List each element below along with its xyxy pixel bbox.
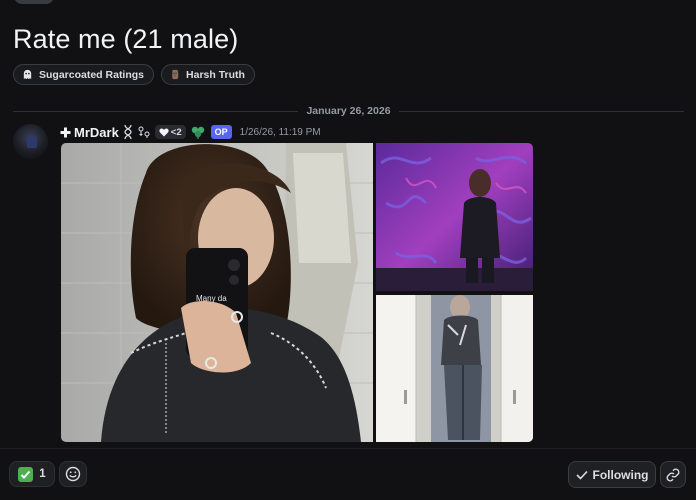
smiley-add-icon	[65, 466, 81, 482]
selfie-mirror-photo[interactable]: Many da	[61, 143, 373, 442]
check-icon	[575, 470, 588, 480]
message-timestamp[interactable]: 1/26/26, 11:19 PM	[240, 127, 321, 138]
clover-icon	[190, 125, 206, 139]
image-gallery: Many da	[61, 142, 533, 442]
following-label: Following	[592, 467, 649, 482]
divider-date: January 26, 2026	[306, 105, 391, 117]
link-icon	[666, 468, 680, 481]
avatar[interactable]	[13, 124, 48, 159]
graffiti-wall-photo[interactable]	[376, 143, 533, 291]
author-name[interactable]: MrDark	[60, 125, 119, 140]
reaction-count: 1	[39, 468, 46, 480]
post-title: Rate me (21 male)	[13, 24, 239, 54]
date-divider: January 26, 2026	[13, 105, 684, 117]
closet-mirror-photo[interactable]	[376, 295, 533, 442]
message-actions-bar: 1 Following	[0, 448, 696, 500]
cross-icon	[60, 127, 71, 138]
post-tags: Sugarcoated Ratings Harsh Truth	[13, 64, 255, 85]
moai-icon	[170, 69, 180, 80]
following-button[interactable]: Following	[568, 461, 656, 488]
add-reaction-button[interactable]	[59, 461, 87, 487]
divider-line-left	[13, 110, 299, 112]
heart-icon	[159, 128, 169, 136]
dna-icon	[123, 124, 133, 140]
tag-harsh-truth[interactable]: Harsh Truth	[161, 64, 255, 85]
reaction-check-mark[interactable]: 1	[9, 461, 55, 487]
tag-sugarcoated-ratings[interactable]: Sugarcoated Ratings	[13, 64, 155, 85]
ghost-icon	[22, 69, 33, 80]
divider-line-right	[398, 110, 684, 112]
tag-label: Harsh Truth	[186, 68, 245, 81]
message: MrDark <2 OP 1/26/26, 11:19 PM Many da	[0, 118, 696, 448]
heart-badge[interactable]: <2	[154, 125, 186, 139]
author-name-label: MrDark	[74, 124, 119, 140]
previous-element-remnant	[14, 0, 54, 4]
gender-symbols-icon	[137, 125, 151, 139]
check-mark-emoji-icon	[18, 466, 34, 482]
copy-link-button[interactable]	[660, 461, 686, 488]
message-header: MrDark <2 OP 1/26/26, 11:19 PM	[60, 124, 321, 140]
heart-badge-label: <2	[170, 126, 182, 138]
tag-label: Sugarcoated Ratings	[39, 68, 145, 81]
op-badge: OP	[210, 125, 232, 139]
